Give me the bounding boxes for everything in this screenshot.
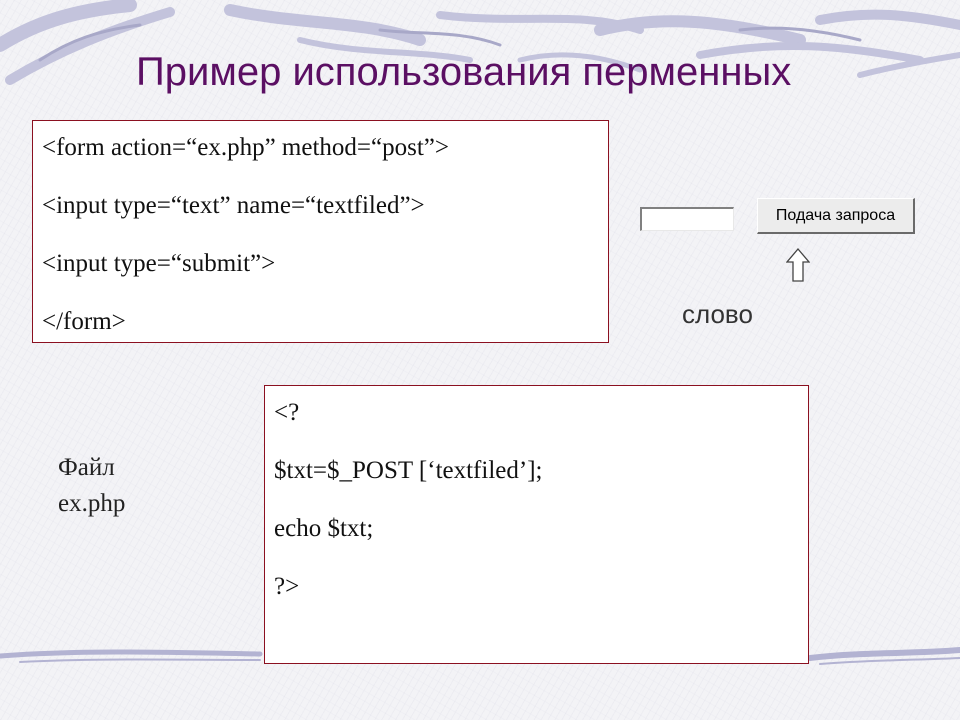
php-code-line: echo $txt; <box>274 515 374 542</box>
submit-button[interactable]: Подача запроса <box>757 198 915 234</box>
html-code-line: <form action=“ex.php” method=“post”> <box>42 134 449 161</box>
slide-title: Пример использования перменных <box>136 50 792 94</box>
html-code-line: <input type=“submit”> <box>42 250 276 277</box>
php-code-line: $txt=$_POST [‘textfiled’]; <box>274 457 543 484</box>
html-code-line: </form> <box>42 308 126 335</box>
file-name: ex.php <box>58 490 126 517</box>
html-code-line: <input type=“text” name=“textfiled”> <box>42 192 425 219</box>
file-label: Файл ex.php <box>58 450 125 522</box>
php-code-box: <? $txt=$_POST [‘textfiled’]; echo $txt;… <box>264 385 809 664</box>
html-code-box: <form action=“ex.php” method=“post”> <in… <box>32 120 609 343</box>
textfiled-input[interactable] <box>640 207 734 231</box>
up-arrow-icon <box>786 248 810 282</box>
file-label-line: Файл <box>58 454 115 481</box>
php-code-line: ?> <box>274 573 300 600</box>
word-label: слово <box>682 299 753 329</box>
php-code-line: <? <box>274 399 300 426</box>
